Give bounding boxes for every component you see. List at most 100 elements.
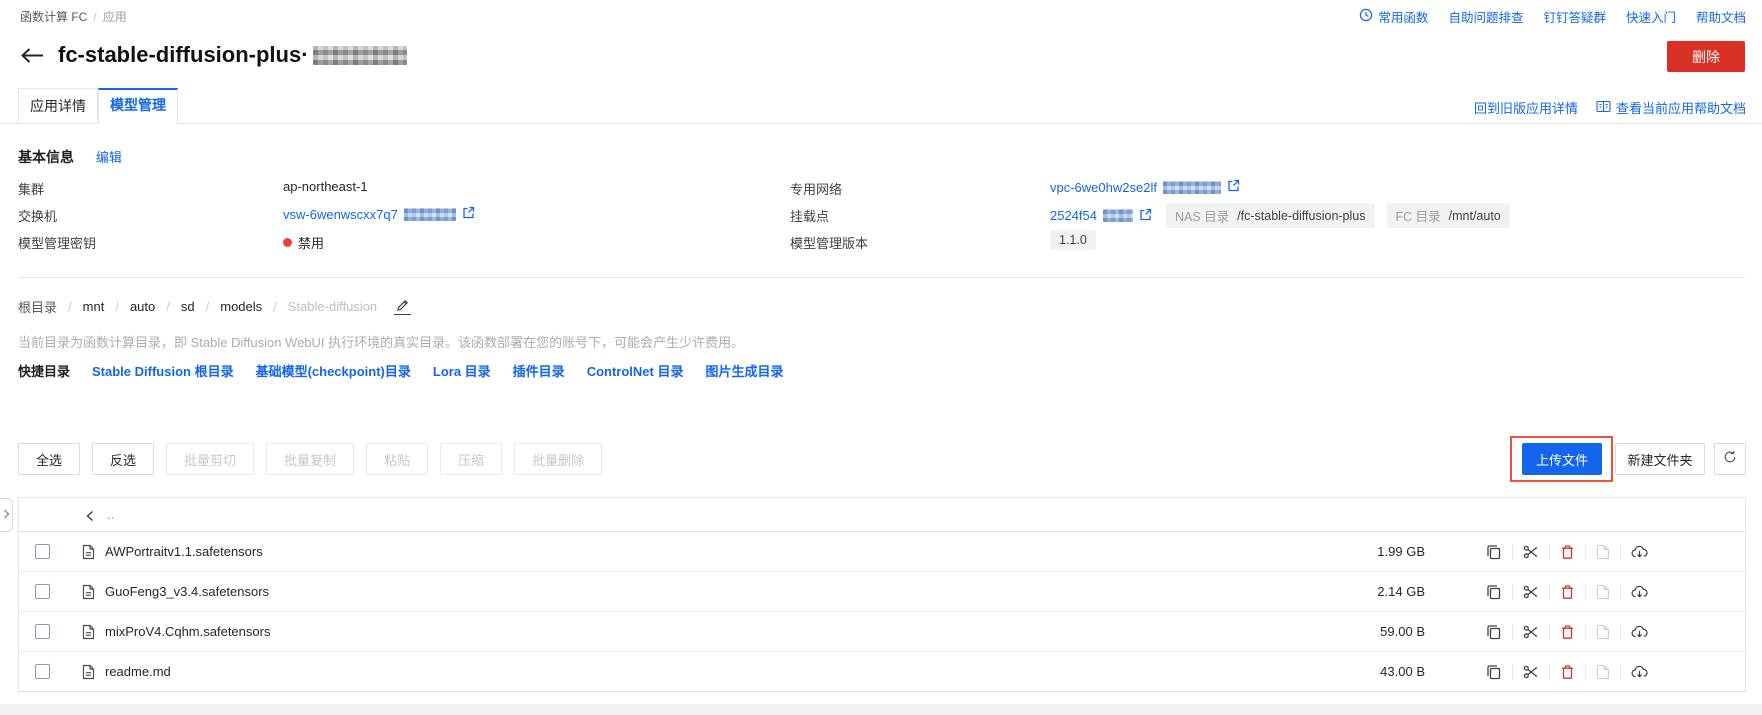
cut-icon[interactable] bbox=[1523, 544, 1539, 560]
quick-link-extensions[interactable]: 插件目录 bbox=[513, 361, 565, 380]
table-row: readme.md 43.00 B bbox=[19, 652, 1745, 692]
quick-link-sd-root[interactable]: Stable Diffusion 根目录 bbox=[92, 361, 234, 380]
download-icon[interactable] bbox=[1631, 584, 1648, 600]
quick-link-lora[interactable]: Lora 目录 bbox=[433, 361, 491, 380]
row-checkbox[interactable] bbox=[35, 584, 50, 599]
path-separator: / bbox=[273, 299, 277, 314]
current-app-help-link[interactable]: 查看当前应用帮助文档 bbox=[1596, 98, 1746, 117]
copy-icon[interactable] bbox=[1486, 584, 1502, 600]
quick-link-outputs[interactable]: 图片生成目录 bbox=[705, 361, 783, 380]
refresh-icon bbox=[1723, 450, 1737, 469]
table-row: mixProV4.Cqhm.safetensors 59.00 B bbox=[19, 612, 1745, 652]
tab-app-detail[interactable]: 应用详情 bbox=[18, 88, 98, 123]
external-link-icon[interactable] bbox=[1139, 208, 1152, 224]
chevron-left-icon bbox=[85, 509, 95, 527]
quick-dirs: 快捷目录 Stable Diffusion 根目录 基础模型(checkpoin… bbox=[18, 361, 783, 380]
copy-icon[interactable] bbox=[1486, 544, 1502, 560]
new-folder-button[interactable]: 新建文件夹 bbox=[1615, 443, 1705, 475]
delete-icon[interactable] bbox=[1560, 624, 1575, 640]
section-divider bbox=[18, 277, 1745, 278]
table-row: GuoFeng3_v3.4.safetensors 2.14 GB bbox=[19, 572, 1745, 612]
paste-button[interactable]: 粘贴 bbox=[366, 443, 429, 475]
file-name[interactable]: AWPortraitv1.1.safetensors bbox=[105, 544, 263, 559]
vswitch-link[interactable]: vsw-6wenwscxx7q7 bbox=[283, 207, 398, 222]
mount-point-label: 挂载点 bbox=[790, 209, 830, 224]
edit-link[interactable]: 编辑 bbox=[96, 150, 122, 165]
mount-id-blur bbox=[1103, 209, 1133, 222]
batch-toolbar: 全选 反选 批量剪切 批量复制 粘贴 压缩 批量删除 bbox=[18, 443, 603, 475]
delete-icon[interactable] bbox=[1560, 664, 1575, 680]
upload-file-button[interactable]: 上传文件 bbox=[1522, 443, 1602, 475]
copy-icon[interactable] bbox=[1486, 664, 1502, 680]
file-size: 2.14 GB bbox=[1377, 584, 1425, 599]
breadcrumb-root-link[interactable]: 函数计算 FC bbox=[20, 10, 87, 24]
directory-notice: 当前目录为函数计算目录，即 Stable Diffusion WebUI 执行环… bbox=[18, 335, 745, 350]
cut-icon[interactable] bbox=[1523, 584, 1539, 600]
mount-point-link[interactable]: 2524f54 bbox=[1050, 208, 1097, 223]
file-preview-icon bbox=[1596, 584, 1610, 600]
path-crumb-current: Stable-diffusion bbox=[287, 299, 378, 314]
batch-cut-button[interactable]: 批量剪切 bbox=[166, 443, 255, 475]
path-crumb-sd[interactable]: sd bbox=[181, 299, 195, 314]
cut-icon[interactable] bbox=[1523, 664, 1539, 680]
delete-button[interactable]: 删除 bbox=[1667, 41, 1745, 72]
vpc-link[interactable]: vpc-6we0hw2se2lf bbox=[1050, 180, 1157, 195]
delete-icon[interactable] bbox=[1560, 544, 1575, 560]
batch-copy-button[interactable]: 批量复制 bbox=[266, 443, 355, 475]
row-checkbox[interactable] bbox=[35, 544, 50, 559]
tab-row-links: 回到旧版应用详情 查看当前应用帮助文档 bbox=[1474, 98, 1746, 117]
cut-icon[interactable] bbox=[1523, 624, 1539, 640]
file-name[interactable]: readme.md bbox=[105, 664, 171, 679]
quick-link-controlnet[interactable]: ControlNet 目录 bbox=[587, 361, 684, 380]
file-name[interactable]: mixProV4.Cqhm.safetensors bbox=[105, 624, 270, 639]
back-arrow-icon[interactable] bbox=[20, 47, 44, 69]
topbar-link-quick-start[interactable]: 快速入门 bbox=[1626, 7, 1676, 26]
select-all-button[interactable]: 全选 bbox=[18, 443, 81, 475]
breadcrumb: 函数计算 FC / 应用 bbox=[20, 8, 127, 25]
file-size: 59.00 B bbox=[1380, 624, 1425, 639]
file-icon bbox=[81, 664, 96, 685]
download-icon[interactable] bbox=[1631, 664, 1648, 680]
download-icon[interactable] bbox=[1631, 624, 1648, 640]
file-size: 43.00 B bbox=[1380, 664, 1425, 679]
quick-link-checkpoint[interactable]: 基础模型(checkpoint)目录 bbox=[256, 361, 411, 380]
parent-directory-row[interactable]: .. bbox=[19, 498, 1745, 532]
fc-dir-badge: FC 目录/mnt/auto bbox=[1386, 203, 1510, 228]
parent-directory-label: .. bbox=[107, 507, 115, 522]
path-crumb-models[interactable]: models bbox=[220, 299, 262, 314]
tab-model-manage[interactable]: 模型管理 bbox=[98, 88, 178, 124]
external-link-icon[interactable] bbox=[1227, 179, 1240, 195]
path-separator: / bbox=[115, 299, 119, 314]
side-drawer-handle[interactable] bbox=[0, 498, 13, 532]
directory-breadcrumb: 根目录 / mnt / auto / sd / models / Stable-diffu… bbox=[18, 297, 412, 316]
bottom-strip bbox=[0, 704, 1762, 715]
row-checkbox[interactable] bbox=[35, 664, 50, 679]
topbar-link-dingtalk-group[interactable]: 钉钉答疑群 bbox=[1543, 7, 1606, 26]
path-crumb-mnt[interactable]: mnt bbox=[83, 299, 105, 314]
model-version-label: 模型管理版本 bbox=[790, 236, 869, 251]
topbar-link-self-troubleshoot[interactable]: 自助问题排查 bbox=[1448, 7, 1523, 26]
vswitch-label: 交换机 bbox=[18, 209, 58, 224]
breadcrumb-current: 应用 bbox=[102, 10, 127, 24]
topbar-link-common-functions[interactable]: 常用函数 bbox=[1359, 7, 1428, 26]
batch-delete-button[interactable]: 批量删除 bbox=[514, 443, 603, 475]
path-crumb-root[interactable]: 根目录 bbox=[18, 297, 57, 316]
delete-icon[interactable] bbox=[1560, 584, 1575, 600]
refresh-button[interactable] bbox=[1714, 443, 1746, 475]
download-icon[interactable] bbox=[1631, 544, 1648, 560]
path-separator: / bbox=[68, 299, 72, 314]
path-separator: / bbox=[205, 299, 210, 314]
compress-button[interactable]: 压缩 bbox=[440, 443, 503, 475]
old-version-link[interactable]: 回到旧版应用详情 bbox=[1474, 98, 1578, 117]
external-link-icon[interactable] bbox=[462, 206, 475, 222]
row-checkbox[interactable] bbox=[35, 624, 50, 639]
file-name[interactable]: GuoFeng3_v3.4.safetensors bbox=[105, 584, 269, 599]
topbar-link-help-doc[interactable]: 帮助文档 bbox=[1696, 7, 1746, 26]
invert-select-button[interactable]: 反选 bbox=[92, 443, 155, 475]
page-title: fc-stable-diffusion-plus· bbox=[58, 42, 407, 68]
basic-info-title: 基本信息 bbox=[18, 149, 74, 165]
edit-path-icon[interactable] bbox=[394, 299, 412, 315]
file-preview-icon bbox=[1596, 624, 1610, 640]
copy-icon[interactable] bbox=[1486, 624, 1502, 640]
path-crumb-auto[interactable]: auto bbox=[130, 299, 155, 314]
